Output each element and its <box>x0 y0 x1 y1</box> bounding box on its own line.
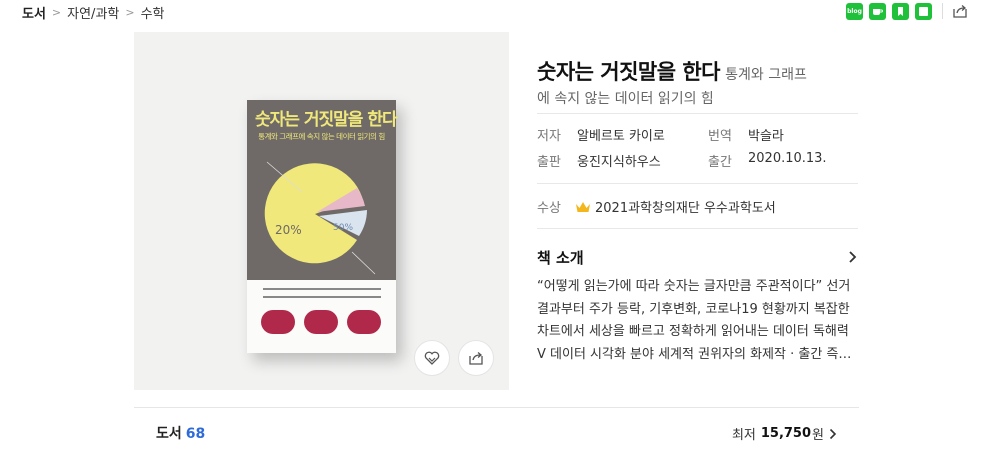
divider <box>942 3 943 19</box>
intro-line: “어떻게 읽는가에 따라 숫자는 글자만큼 주관적이다” 선거 <box>537 279 851 294</box>
author-label: 저자 <box>537 129 561 144</box>
pie-label-50: 50% <box>333 223 353 233</box>
pie-label-20: 20% <box>275 223 302 237</box>
category-label: 도서 <box>156 426 182 442</box>
book-cover-top: 숫자는 거짓말을 한다 통계와 그래프에 속지 않는 데이터 읽기의 힘 20%… <box>247 100 398 280</box>
translator-value[interactable]: 박슬라 <box>748 125 784 144</box>
intro-line: 결과부터 주가 등락, 기후변화, 코로나19 현황까지 복잡한 <box>537 301 850 317</box>
book-title-block: 숫자는 거짓말을 한다 통계와 그래프 <box>537 58 862 90</box>
chevron-right-icon <box>829 428 837 439</box>
book-cover-blurb-line <box>263 296 381 298</box>
like-button[interactable] <box>414 340 450 376</box>
author-value[interactable]: 알베르토 카이로 <box>577 125 665 144</box>
top-bar: 도서 > 자연/과학 > 수학 blog <box>0 0 983 25</box>
intro-line: V 데이터 시각화 분야 세계적 권위자의 화제작 · 출간 즉… <box>537 346 852 362</box>
book-subtitle: 통계와 그래프 <box>725 67 807 83</box>
book-subtitle-continued: 에 속지 않는 데이터 읽기의 힘 <box>537 91 714 107</box>
divider <box>537 183 858 184</box>
award-text: 2021과학창의재단 우수과학도서 <box>595 201 776 216</box>
publisher-value[interactable]: 웅진지식하우스 <box>577 151 661 170</box>
currency-label: 원 <box>812 428 824 443</box>
book-intro-text: “어떻게 읽는가에 따라 숫자는 글자만큼 주관적이다” 선거 결과부터 주가 … <box>537 276 858 368</box>
chevron-right-icon: > <box>51 6 62 19</box>
breadcrumb-item-math[interactable]: 수학 <box>141 3 165 22</box>
category-count[interactable]: 도서 68 <box>156 423 205 443</box>
share-icons: blog <box>840 2 969 20</box>
divider <box>537 113 858 114</box>
intro-line: 차트에서 세상을 빠르고 정확하게 읽어내는 데이터 독해력 <box>537 324 849 339</box>
price-value: 15,750 <box>760 426 812 441</box>
date-label: 출간 <box>708 155 732 170</box>
book-intro-title: 책 소개 <box>537 248 584 267</box>
share-icon <box>469 352 483 365</box>
book-cover-area: 숫자는 거짓말을 한다 통계와 그래프에 속지 않는 데이터 읽기의 힘 20%… <box>134 32 509 390</box>
divider <box>537 228 858 229</box>
cafe-icon[interactable] <box>869 2 886 20</box>
book-cover-pie-graphic: 20% 50% <box>264 161 376 275</box>
book-cover-blurb-line <box>263 288 381 290</box>
lowest-price-link[interactable]: 최저 15,750 원 <box>732 424 837 443</box>
award-label: 수상 <box>537 201 561 216</box>
book-cover-badge <box>261 310 295 334</box>
book-intro-header[interactable]: 책 소개 <box>537 246 858 268</box>
keep-icon[interactable] <box>892 2 909 20</box>
book-cover-title: 숫자는 거짓말을 한다 <box>255 110 398 130</box>
price-label: 최저 <box>731 428 756 443</box>
share-icon[interactable] <box>951 2 969 20</box>
category-count-value: 68 <box>185 426 206 442</box>
book-cover-bottom <box>247 280 396 353</box>
chevron-right-icon <box>849 251 857 263</box>
book-cover-subtitle: 통계와 그래프에 속지 않는 데이터 읽기의 힘 <box>258 132 385 141</box>
breadcrumb-item-nature-science[interactable]: 자연/과학 <box>67 3 119 22</box>
translator-label: 번역 <box>708 129 732 144</box>
breadcrumb: 도서 > 자연/과학 > 수학 <box>22 3 165 22</box>
book-title[interactable]: 숫자는 거짓말을 한다 <box>537 60 721 84</box>
date-value: 2020.10.13. <box>748 151 827 166</box>
heart-icon <box>424 351 440 365</box>
book-cover-badge <box>347 310 381 334</box>
blog-icon[interactable]: blog <box>846 2 863 20</box>
memo-icon[interactable] <box>915 2 932 20</box>
divider <box>134 407 859 408</box>
award-row: 수상 2021과학창의재단 우수과학도서 <box>537 197 776 216</box>
breadcrumb-root[interactable]: 도서 <box>22 3 46 22</box>
crown-icon <box>576 201 590 212</box>
publisher-label: 출판 <box>537 155 561 170</box>
share-button[interactable] <box>458 340 494 376</box>
book-cover-badge <box>304 310 338 334</box>
chevron-right-icon: > <box>125 6 135 19</box>
book-cover-image[interactable]: 숫자는 거짓말을 한다 통계와 그래프에 속지 않는 데이터 읽기의 힘 20%… <box>247 100 398 353</box>
